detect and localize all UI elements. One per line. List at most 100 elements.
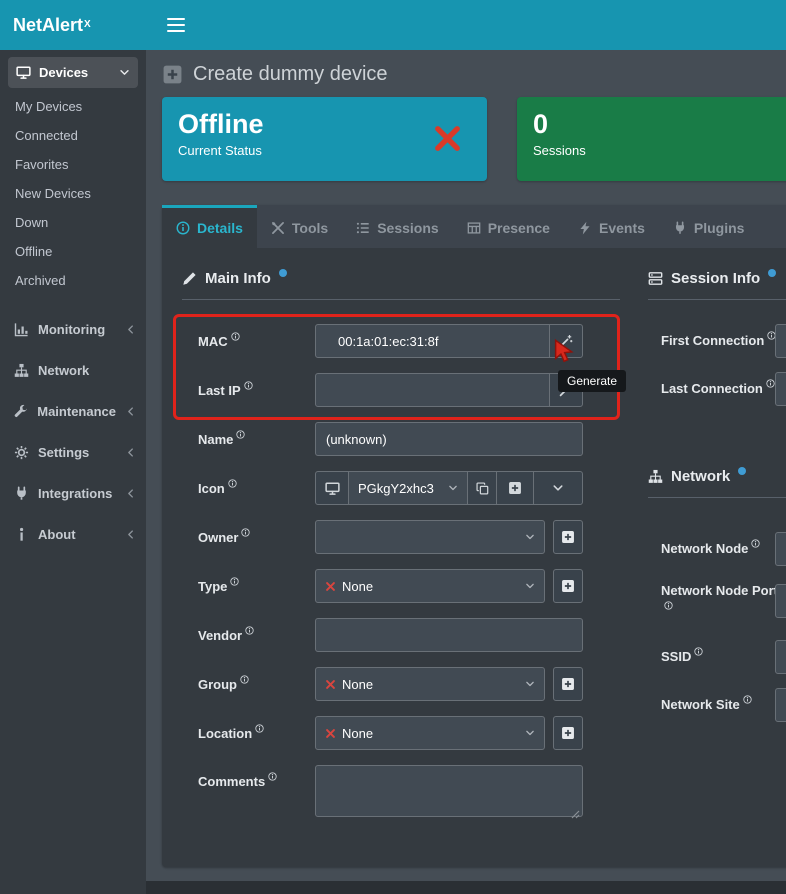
comments-textarea[interactable]	[315, 765, 583, 817]
sidebar-item-about[interactable]: About	[0, 514, 146, 555]
sidebar-item-my-devices[interactable]: My Devices	[0, 92, 146, 121]
info-icon[interactable]	[245, 626, 254, 635]
add-location-button[interactable]	[553, 716, 583, 750]
generate-mac-button[interactable]	[549, 324, 583, 358]
table-icon	[467, 221, 481, 235]
location-select[interactable]: None	[315, 716, 545, 750]
network-node-port-input[interactable]	[775, 584, 786, 618]
info-icon[interactable]	[236, 430, 245, 439]
vendor-input[interactable]	[315, 618, 583, 652]
add-owner-button[interactable]	[553, 520, 583, 554]
info-icon[interactable]	[240, 675, 249, 684]
plug-icon	[14, 486, 29, 501]
chevron-down-icon	[448, 483, 458, 493]
wand-icon	[559, 334, 573, 348]
netalertx-app: NetAlertX Devices My Devices Connected F…	[0, 0, 786, 894]
app-logo[interactable]: NetAlertX	[0, 0, 146, 50]
icon-dropdown-button[interactable]	[533, 471, 583, 505]
sidebar-item-network[interactable]: Network	[0, 350, 146, 391]
tab-bar: Details Tools Sessions Presence Events	[162, 205, 786, 248]
help-info-icon[interactable]	[738, 467, 746, 475]
last-connection-input[interactable]	[775, 372, 786, 406]
right-column: Session Info First Connection Last Conne…	[648, 270, 786, 736]
plus-square-icon	[561, 530, 575, 544]
field-row-icon: Icon PGkgY2xhc3	[182, 471, 620, 505]
main-info-heading: Main Info	[182, 270, 620, 287]
bolt-icon	[578, 221, 592, 235]
session-info-heading: Session Info	[648, 270, 786, 287]
group-label: Group	[198, 675, 315, 694]
info-icon[interactable]	[268, 772, 277, 781]
info-icon[interactable]	[230, 577, 239, 586]
info-icon[interactable]	[766, 379, 775, 388]
first-connection-label: First Connection	[661, 331, 783, 351]
info-icon[interactable]	[244, 381, 253, 390]
tab-tools[interactable]: Tools	[257, 205, 342, 248]
resize-handle-icon[interactable]	[571, 810, 580, 819]
name-input[interactable]	[315, 422, 583, 456]
sidebar-item-connected[interactable]: Connected	[0, 121, 146, 150]
add-type-button[interactable]	[553, 569, 583, 603]
info-icon[interactable]	[255, 724, 264, 733]
type-select[interactable]: None	[315, 569, 545, 603]
help-info-icon[interactable]	[768, 269, 776, 277]
copy-icon-button[interactable]	[467, 471, 497, 505]
chevron-left-icon	[125, 529, 136, 540]
icon-preview-button[interactable]	[315, 471, 349, 505]
info-icon[interactable]	[743, 695, 752, 704]
help-info-icon[interactable]	[279, 269, 287, 277]
add-group-button[interactable]	[553, 667, 583, 701]
divider	[182, 299, 620, 300]
last-ip-input[interactable]	[315, 373, 550, 407]
wrench-icon	[14, 404, 28, 419]
sidebar: Devices My Devices Connected Favorites N…	[0, 50, 146, 894]
icon-select[interactable]: PGkgY2xhc3	[348, 471, 468, 505]
info-icon[interactable]	[231, 332, 240, 341]
page-title: Create dummy device	[193, 63, 388, 86]
sidebar-item-maintenance[interactable]: Maintenance	[0, 391, 146, 432]
info-icon[interactable]	[228, 479, 237, 488]
gear-icon	[14, 445, 29, 460]
tab-events[interactable]: Events	[564, 205, 659, 248]
ssid-input[interactable]	[775, 640, 786, 674]
chevron-left-icon	[125, 324, 136, 335]
name-label: Name	[198, 430, 315, 449]
plus-square-icon	[561, 579, 575, 593]
first-connection-input[interactable]	[775, 324, 786, 358]
status-box-sessions: 0 Sessions	[517, 97, 786, 181]
sidebar-item-favorites[interactable]: Favorites	[0, 150, 146, 179]
owner-select[interactable]	[315, 520, 545, 554]
network-site-input[interactable]	[775, 688, 786, 722]
tab-details[interactable]: Details	[162, 205, 257, 248]
info-icon[interactable]	[694, 647, 703, 656]
sidebar-item-devices[interactable]: Devices	[8, 57, 138, 88]
network-node-port-label: Network Node Port	[661, 582, 783, 621]
main-content: Create dummy device Offline Current Stat…	[146, 50, 786, 894]
info-icon[interactable]	[751, 539, 760, 548]
mac-input[interactable]	[315, 324, 550, 358]
tab-presence[interactable]: Presence	[453, 205, 564, 248]
tab-sessions[interactable]: Sessions	[342, 205, 452, 248]
top-navbar: NetAlertX	[0, 0, 786, 50]
add-icon-button[interactable]	[496, 471, 534, 505]
sidebar-item-new-devices[interactable]: New Devices	[0, 179, 146, 208]
sidebar-item-settings[interactable]: Settings	[0, 432, 146, 473]
sidebar-item-archived[interactable]: Archived	[0, 266, 146, 295]
info-icon[interactable]	[664, 601, 673, 610]
sidebar-item-down[interactable]: Down	[0, 208, 146, 237]
info-icon[interactable]	[241, 528, 250, 537]
hamburger-menu-icon[interactable]	[167, 18, 185, 32]
sidebar-item-integrations[interactable]: Integrations	[0, 473, 146, 514]
field-row-comments: Comments	[182, 765, 620, 822]
sidebar-devices-label: Devices	[39, 65, 88, 80]
sidebar-item-monitoring[interactable]: Monitoring	[0, 309, 146, 350]
group-select[interactable]: None	[315, 667, 545, 701]
status-value: Offline	[178, 108, 471, 140]
owner-label: Owner	[198, 528, 315, 547]
tab-plugins[interactable]: Plugins	[659, 205, 759, 248]
sidebar-item-offline[interactable]: Offline	[0, 237, 146, 266]
icon-label: Icon	[198, 479, 315, 498]
field-row-last-ip: Last IP	[182, 373, 620, 407]
x-icon	[325, 581, 336, 592]
network-node-input[interactable]	[775, 532, 786, 566]
